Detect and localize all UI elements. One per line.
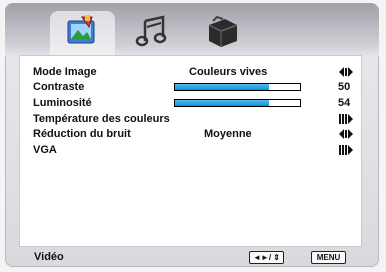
contraste-value: 50: [338, 81, 351, 93]
left-right-arrow-icon[interactable]: [339, 66, 353, 78]
reduction-value: Moyenne: [204, 128, 252, 140]
menu-button-label: MENU: [316, 253, 341, 262]
left-right-arrow-icon[interactable]: [339, 128, 353, 140]
navigation-hint-label: ◄►/ ⇕: [253, 253, 280, 262]
submenu-arrow-icon[interactable]: [339, 113, 353, 125]
menu-row-luminosite[interactable]: Luminosité 54: [33, 96, 363, 110]
luminosite-slider-fill: [175, 100, 269, 106]
music-notes-icon[interactable]: [133, 13, 173, 49]
osd-frame: Mode Image Couleurs vives Contraste 50 L…: [5, 3, 379, 267]
menu-row-vga[interactable]: VGA: [33, 143, 363, 157]
navigation-hint-button[interactable]: ◄►/ ⇕: [249, 251, 284, 264]
luminosite-value: 54: [338, 97, 351, 109]
contraste-label: Contraste: [33, 81, 85, 93]
menu-row-mode-image[interactable]: Mode Image Couleurs vives: [33, 65, 363, 79]
submenu-arrow-icon[interactable]: [339, 144, 353, 156]
footer-bar: Vidéo ◄►/ ⇕ MENU: [5, 249, 379, 267]
picture-icon[interactable]: [62, 13, 102, 49]
contraste-slider[interactable]: [174, 83, 301, 91]
reduction-label: Réduction du bruit: [33, 128, 131, 140]
tab-bar: [5, 3, 379, 56]
toolbox-icon[interactable]: [203, 13, 243, 49]
mode-image-label: Mode Image: [33, 66, 97, 78]
menu-row-contraste[interactable]: Contraste 50: [33, 80, 363, 94]
luminosite-slider[interactable]: [174, 99, 301, 107]
menu-row-reduction-bruit[interactable]: Réduction du bruit Moyenne: [33, 127, 363, 141]
contraste-slider-fill: [175, 84, 269, 90]
menu-button[interactable]: MENU: [311, 251, 346, 264]
menu-row-temperature[interactable]: Température des couleurs: [33, 112, 363, 126]
section-title: Vidéo: [34, 251, 64, 263]
mode-image-value: Couleurs vives: [189, 66, 268, 78]
luminosite-label: Luminosité: [33, 97, 92, 109]
vga-label: VGA: [33, 144, 57, 156]
temperature-label: Température des couleurs: [33, 113, 170, 125]
